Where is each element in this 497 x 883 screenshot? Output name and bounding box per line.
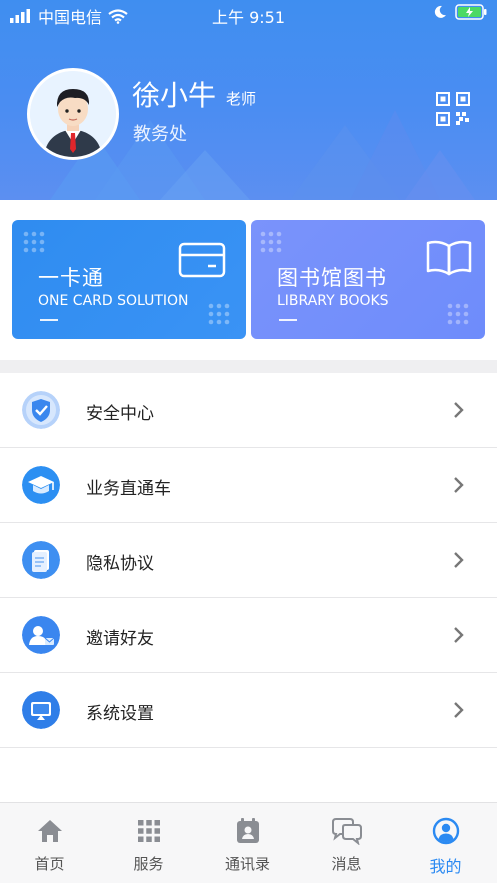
user-icon xyxy=(432,817,460,845)
tab-label: 服务 xyxy=(133,855,164,873)
user-department: 教务处 xyxy=(133,124,187,145)
tab-mine[interactable]: 我的 xyxy=(396,803,495,883)
tab-label: 通讯录 xyxy=(224,855,270,873)
invite-user-icon xyxy=(22,616,60,654)
menu-label: 安全中心 xyxy=(86,404,154,424)
chevron-right-icon xyxy=(454,552,464,568)
menu-label: 邀请好友 xyxy=(86,629,154,649)
chevron-right-icon xyxy=(454,627,464,643)
card-title: 图书馆图书 xyxy=(277,266,387,290)
card-icon xyxy=(178,242,226,278)
menu-item-security-center[interactable]: 安全中心 xyxy=(0,373,497,448)
tab-services[interactable]: 服务 xyxy=(99,803,198,883)
avatar-illustration-icon xyxy=(30,71,116,157)
card-underline xyxy=(279,319,297,321)
avatar[interactable] xyxy=(27,68,119,160)
decor-dots-icon xyxy=(23,231,45,253)
grid-icon xyxy=(138,820,160,842)
battery-icon xyxy=(455,4,487,20)
decor-dots-icon xyxy=(260,231,282,253)
tab-contacts[interactable]: 通讯录 xyxy=(198,803,297,883)
contacts-icon xyxy=(237,818,259,843)
section-divider xyxy=(0,360,497,373)
card-title: 一卡通 xyxy=(38,266,104,290)
settings-menu: 安全中心 业务直通车 隐私协议 邀请好友 系统设置 xyxy=(0,373,497,748)
chat-icon xyxy=(332,818,362,845)
tab-messages[interactable]: 消息 xyxy=(297,803,396,883)
menu-label: 隐私协议 xyxy=(86,554,154,574)
tab-label: 消息 xyxy=(331,855,362,873)
decor-dots-icon xyxy=(208,303,230,325)
library-books-tile[interactable]: 图书馆图书 LIBRARY BOOKS xyxy=(251,220,485,339)
menu-item-system-settings[interactable]: 系统设置 xyxy=(0,673,497,748)
card-subtitle: LIBRARY BOOKS xyxy=(277,293,389,309)
qr-code-icon[interactable] xyxy=(436,92,470,126)
monitor-icon xyxy=(22,691,60,729)
tab-label: 我的 xyxy=(429,857,462,876)
chevron-right-icon xyxy=(454,402,464,418)
graduation-cap-icon xyxy=(22,466,60,504)
tab-home[interactable]: 首页 xyxy=(0,803,99,883)
shield-icon xyxy=(22,391,60,429)
document-icon xyxy=(22,541,60,579)
decor-dots-icon xyxy=(447,303,469,325)
card-underline xyxy=(40,319,58,321)
menu-item-privacy-agreement[interactable]: 隐私协议 xyxy=(0,523,497,598)
user-name: 徐小牛 xyxy=(132,79,217,112)
menu-label: 系统设置 xyxy=(86,704,154,724)
bottom-tab-bar: 首页 服务 通讯录 消息 我的 xyxy=(0,802,497,883)
book-icon xyxy=(426,240,472,276)
card-subtitle: ONE CARD SOLUTION xyxy=(38,293,189,309)
status-time: 上午 9:51 xyxy=(211,8,286,27)
profile-header: 中国电信 上午 9:51 徐小牛 老师 教务处 xyxy=(0,0,497,200)
menu-item-invite-friends[interactable]: 邀请好友 xyxy=(0,598,497,673)
home-icon xyxy=(38,820,62,842)
chevron-right-icon xyxy=(454,477,464,493)
menu-label: 业务直通车 xyxy=(86,479,171,499)
one-card-tile[interactable]: 一卡通 ONE CARD SOLUTION xyxy=(12,220,246,339)
menu-item-business-express[interactable]: 业务直通车 xyxy=(0,448,497,523)
moon-icon xyxy=(434,5,446,18)
status-bar: 中国电信 上午 9:51 xyxy=(0,0,497,27)
tab-label: 首页 xyxy=(34,855,65,873)
user-role: 老师 xyxy=(226,90,257,108)
chevron-right-icon xyxy=(454,702,464,718)
